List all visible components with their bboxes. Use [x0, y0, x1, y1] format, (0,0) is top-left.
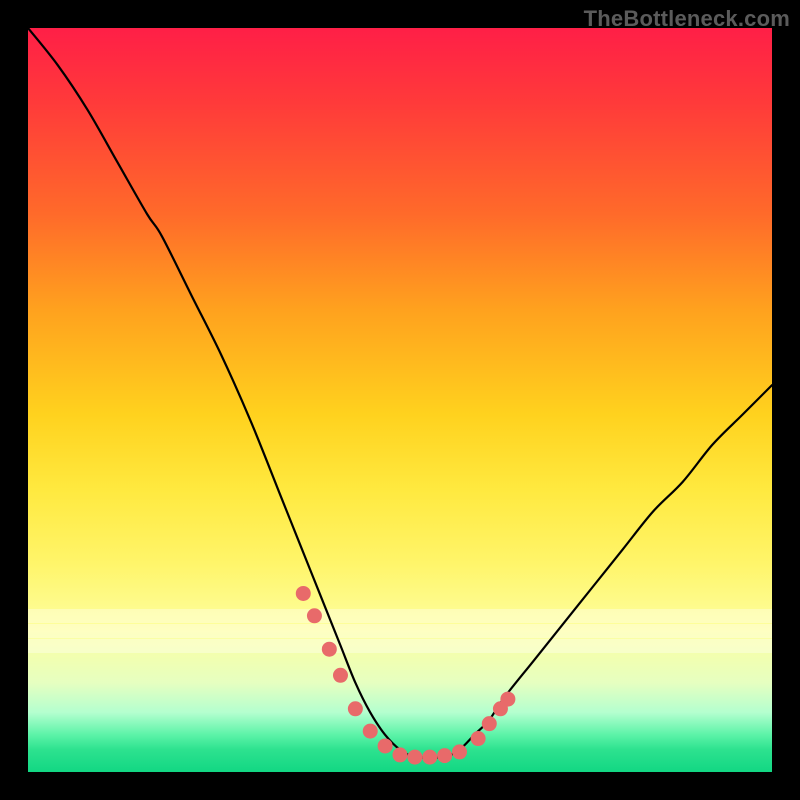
marker-point	[333, 668, 348, 683]
marker-point	[482, 716, 497, 731]
marker-point	[500, 692, 515, 707]
marker-point	[407, 750, 422, 765]
marker-point	[363, 724, 378, 739]
marker-point	[437, 748, 452, 763]
marker-point	[378, 738, 393, 753]
marker-point	[452, 744, 467, 759]
marker-point	[393, 747, 408, 762]
chart-container: TheBottleneck.com	[0, 0, 800, 800]
marker-point	[322, 642, 337, 657]
marker-point	[471, 731, 486, 746]
marker-point	[348, 701, 363, 716]
marker-point	[422, 750, 437, 765]
bottleneck-curve	[28, 28, 772, 758]
marker-point	[307, 608, 322, 623]
curve-markers	[296, 586, 516, 765]
chart-svg	[28, 28, 772, 772]
plot-area	[28, 28, 772, 772]
marker-point	[296, 586, 311, 601]
